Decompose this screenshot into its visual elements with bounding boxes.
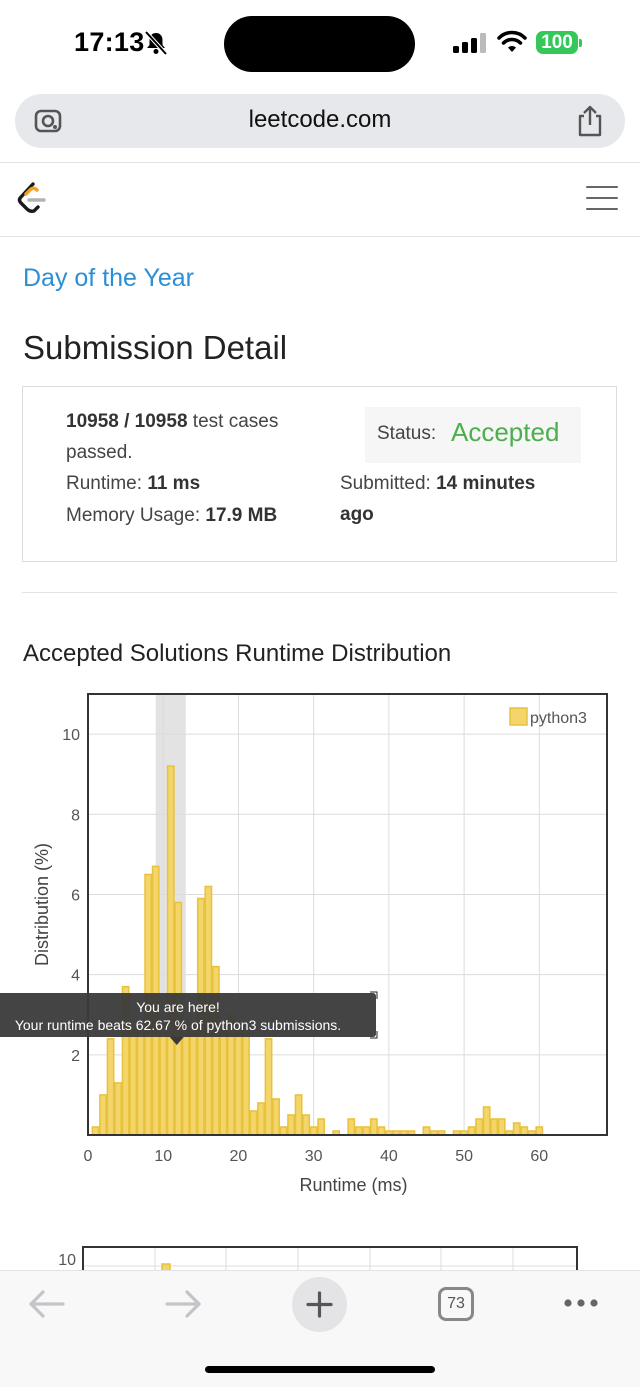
- more-options-icon[interactable]: [562, 1297, 600, 1309]
- histogram-bar: [512, 1122, 521, 1136]
- histogram-bar: [497, 1118, 506, 1136]
- histogram-bar: [91, 1126, 100, 1136]
- histogram-bar: [159, 1030, 168, 1136]
- home-indicator: [205, 1366, 435, 1373]
- y-tick-label: 6: [71, 887, 80, 904]
- histogram-bar: [467, 1126, 476, 1136]
- cellular-signal-icon: [453, 33, 486, 53]
- address-bar[interactable]: leetcode.com: [15, 94, 625, 148]
- clock: 17:13: [74, 27, 145, 57]
- battery-icon: 100: [536, 31, 582, 54]
- status-box: Status: Accepted: [365, 407, 581, 463]
- submitted-row: Submitted: 14 minutes ago: [340, 473, 536, 525]
- runtime-row: Runtime: 11 ms: [66, 473, 201, 494]
- forward-arrow-icon[interactable]: [164, 1289, 202, 1319]
- test-cases-count: 10958 / 10958: [66, 411, 188, 432]
- x-tick-label: 20: [230, 1148, 248, 1165]
- divider: [0, 236, 640, 237]
- memory-value: 17.9 MB: [205, 505, 278, 526]
- leetcode-logo-icon[interactable]: [16, 181, 48, 217]
- test-cases-summary: 10958 / 10958 test cases passed.: [66, 411, 279, 463]
- section-title: Accepted Solutions Runtime Distribution: [23, 640, 452, 667]
- histogram-bar: [347, 1118, 356, 1136]
- x-tick-label: 40: [380, 1148, 398, 1165]
- histogram-bar: [490, 1118, 499, 1136]
- histogram-bar: [129, 1030, 138, 1136]
- histogram-bar: [354, 1126, 363, 1136]
- runtime-distribution-chart: 0 10 20 30 40 50 60 2 4 6 8 10 Runtime (ms) Distribut…: [0, 693, 608, 1195]
- histogram-bar: [302, 1114, 311, 1136]
- tabs-button[interactable]: 73: [438, 1287, 474, 1321]
- wifi-icon: [497, 30, 527, 52]
- y-tick-label: 10: [58, 1252, 76, 1269]
- histogram-bar: [279, 1126, 288, 1136]
- share-icon[interactable]: [575, 104, 605, 138]
- status-value: Accepted: [451, 417, 560, 447]
- histogram-bar: [219, 1030, 228, 1136]
- status-label: Status:: [377, 423, 437, 444]
- divider: [0, 162, 640, 163]
- dynamic-island: [224, 16, 415, 72]
- histogram-bar: [106, 1038, 115, 1136]
- page-title: Submission Detail: [23, 329, 288, 366]
- histogram-bar: [114, 1082, 122, 1136]
- histogram-bar: [181, 1021, 190, 1136]
- back-arrow-icon[interactable]: [28, 1289, 66, 1319]
- x-tick-label: 30: [305, 1148, 323, 1165]
- histogram-bar: [369, 1118, 378, 1136]
- new-tab-button[interactable]: [292, 1277, 347, 1332]
- histogram-bar: [482, 1106, 491, 1136]
- plus-icon: [306, 1291, 333, 1318]
- url-text[interactable]: leetcode.com: [15, 106, 625, 134]
- legend-label: python3: [530, 710, 587, 727]
- menu-icon[interactable]: [586, 186, 618, 212]
- histogram-bar: [377, 1126, 386, 1136]
- x-tick-label: 10: [154, 1148, 172, 1165]
- x-tick-label: 0: [84, 1148, 93, 1165]
- histogram-bar: [189, 1030, 198, 1136]
- runtime-value: 11 ms: [147, 473, 201, 494]
- y-tick-label: 2: [71, 1048, 80, 1065]
- tooltip-title: You are here!: [136, 999, 220, 1015]
- x-tick-label: 60: [530, 1148, 548, 1165]
- histogram-bar: [422, 1126, 431, 1136]
- tooltip-message: Your runtime beats 62.67 % of python3 su…: [15, 1017, 341, 1033]
- histogram-bar: [166, 765, 175, 1136]
- histogram-bar: [475, 1118, 484, 1136]
- submitted-value: 14 minutes: [436, 473, 536, 494]
- y-tick-label: 8: [71, 807, 80, 824]
- histogram-bar: [136, 1030, 145, 1136]
- submission-detail-panel: 10958 / 10958 test cases passed. Status:…: [22, 386, 617, 562]
- histogram-bar: [362, 1126, 371, 1136]
- x-axis-label: Runtime (ms): [299, 1175, 407, 1195]
- silent-bell-icon: [144, 30, 168, 56]
- histogram-bar: [309, 1126, 318, 1136]
- histogram-bar: [99, 1094, 107, 1136]
- histogram-bar: [234, 1030, 243, 1136]
- histogram-bar: [242, 1030, 250, 1136]
- memory-row: Memory Usage: 17.9 MB: [66, 505, 278, 526]
- y-tick-label: 4: [71, 968, 80, 985]
- histogram-bar: [294, 1094, 303, 1136]
- problem-link[interactable]: Day of the Year: [23, 264, 194, 293]
- histogram-bar: [520, 1126, 529, 1136]
- histogram-bar: [272, 1098, 280, 1136]
- histogram-bar: [249, 1110, 258, 1136]
- histogram-bar: [211, 965, 220, 1136]
- histogram-bar: [535, 1126, 544, 1136]
- battery-level: 100: [536, 31, 578, 54]
- status-bar: 17:13 100: [0, 0, 640, 88]
- x-tick-label: 50: [455, 1148, 473, 1165]
- legend-swatch: [509, 707, 528, 726]
- histogram-bar: [264, 1038, 273, 1136]
- histogram-bar: [257, 1102, 265, 1136]
- y-tick-label: 10: [62, 727, 80, 744]
- y-axis-label: Distribution (%): [32, 843, 52, 966]
- histogram-bar: [287, 1114, 295, 1136]
- histogram-bar: [317, 1118, 326, 1136]
- divider: [22, 592, 617, 593]
